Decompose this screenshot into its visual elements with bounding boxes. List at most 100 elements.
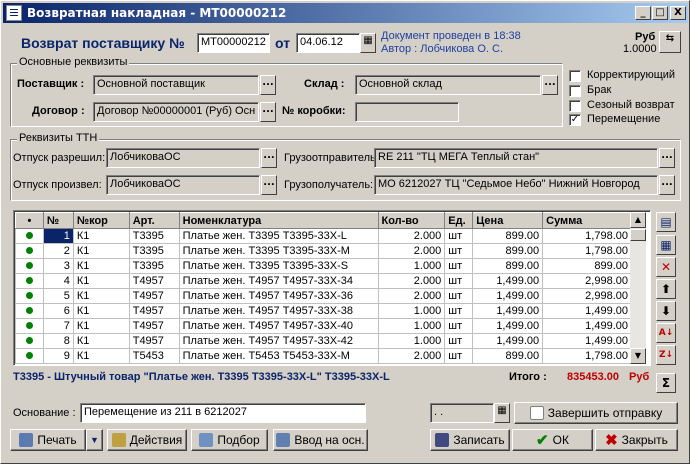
sum-cell[interactable]: 1,499.00 <box>542 303 632 319</box>
nomenclature-cell[interactable]: Платье жен. Т3395 Т3395-33Х-M <box>178 243 379 259</box>
table-row[interactable]: 5 К1 Т4957 Платье жен. Т4957 Т4957-33Х-36 2.… <box>15 288 632 304</box>
price-cell[interactable]: 1,499.00 <box>472 273 544 289</box>
unit-cell[interactable]: шт <box>444 333 474 349</box>
save-button[interactable]: Записать <box>430 429 510 451</box>
row-mark-cell[interactable] <box>15 348 44 364</box>
row-number-cell[interactable]: 8 <box>42 333 74 349</box>
row-mark-cell[interactable] <box>15 333 44 349</box>
col-sum-header[interactable]: Сумма <box>542 212 632 229</box>
release-made-field[interactable]: ЛобчиковаОС <box>106 175 260 195</box>
ship-date-field[interactable]: . . <box>430 403 494 423</box>
article-cell[interactable]: Т4957 <box>128 318 180 334</box>
col-box-header[interactable]: №кор <box>72 212 130 229</box>
supplier-field[interactable]: Основной поставщик <box>93 75 259 95</box>
finish-shipment-button[interactable]: Завершить отправку <box>514 402 678 424</box>
col-quantity-header[interactable]: Кол-во <box>377 212 446 229</box>
print-dropdown-button[interactable]: ▼ <box>86 429 103 451</box>
select-button[interactable]: Подбор <box>191 429 268 451</box>
row-number-cell[interactable]: 7 <box>42 318 74 334</box>
article-cell[interactable]: Т3395 <box>128 243 180 259</box>
col-nomenclature-header[interactable]: Номенклатура <box>178 212 379 229</box>
price-cell[interactable]: 1,499.00 <box>472 333 544 349</box>
document-number-field[interactable]: МТ00000212 <box>197 33 270 53</box>
col-number-header[interactable]: № <box>42 212 74 229</box>
quantity-cell[interactable]: 2.000 <box>377 348 446 364</box>
price-cell[interactable]: 1,499.00 <box>472 318 544 334</box>
article-cell[interactable]: Т4957 <box>128 288 180 304</box>
warehouse-select-button[interactable]: ... <box>542 75 558 95</box>
row-number-cell[interactable]: 5 <box>42 288 74 304</box>
copy-row-button[interactable]: ▦ <box>656 235 676 255</box>
shipper-select-button[interactable]: ... <box>659 148 675 168</box>
box-cell[interactable]: К1 <box>72 333 130 349</box>
close-window-button[interactable]: X <box>670 6 686 20</box>
quantity-cell[interactable]: 1.000 <box>377 258 446 274</box>
move-up-button[interactable]: ⬆ <box>656 279 676 299</box>
col-price-header[interactable]: Цена <box>472 212 544 229</box>
nomenclature-cell[interactable]: Платье жен. Т4957 Т4957-33Х-36 <box>178 288 379 304</box>
sum-cell[interactable]: 2,998.00 <box>542 273 632 289</box>
price-cell[interactable]: 899.00 <box>472 243 544 259</box>
nomenclature-cell[interactable]: Платье жен. Т3395 Т3395-33Х-L <box>178 228 379 244</box>
row-mark-cell[interactable] <box>15 318 44 334</box>
quantity-cell[interactable]: 1.000 <box>377 333 446 349</box>
row-mark-cell[interactable] <box>15 243 44 259</box>
table-row[interactable]: 7 К1 Т4957 Платье жен. Т4957 Т4957-33Х-40 1.… <box>15 318 632 334</box>
calendar-button[interactable]: ▦ <box>360 33 376 53</box>
currency-button[interactable]: ⇆ <box>659 31 681 53</box>
unit-cell[interactable]: шт <box>444 303 474 319</box>
quantity-cell[interactable]: 2.000 <box>377 243 446 259</box>
release-allowed-select-button[interactable]: ... <box>261 148 277 168</box>
nomenclature-cell[interactable]: Платье жен. Т4957 Т4957-33Х-38 <box>178 303 379 319</box>
add-row-button[interactable]: ▤ <box>656 212 676 232</box>
row-number-cell[interactable]: 9 <box>42 348 74 364</box>
release-allowed-field[interactable]: ЛобчиковаОС <box>106 148 260 168</box>
release-made-select-button[interactable]: ... <box>261 175 277 195</box>
scroll-thumb[interactable] <box>630 229 646 241</box>
col-mark-header[interactable]: • <box>15 212 44 229</box>
price-cell[interactable]: 1,499.00 <box>472 288 544 304</box>
row-mark-cell[interactable] <box>15 303 44 319</box>
box-number-field[interactable] <box>355 102 459 122</box>
sum-cell[interactable]: 1,499.00 <box>542 318 632 334</box>
unit-cell[interactable]: шт <box>444 228 474 244</box>
nomenclature-cell[interactable]: Платье жен. Т4957 Т4957-33Х-40 <box>178 318 379 334</box>
maximize-button[interactable]: □ <box>652 6 668 20</box>
sum-button[interactable]: Σ <box>656 373 676 393</box>
nomenclature-cell[interactable]: Платье жен. Т4957 Т4957-33Х-34 <box>178 273 379 289</box>
scroll-down-button[interactable]: ▼ <box>630 348 646 364</box>
article-cell[interactable]: Т5453 <box>128 348 180 364</box>
sum-cell[interactable]: 2,998.00 <box>542 288 632 304</box>
consignee-field[interactable]: МО 6212027 ТЦ "Седьмое Небо" Нижний Новг… <box>374 175 658 195</box>
unit-cell[interactable]: шт <box>444 243 474 259</box>
ok-button[interactable]: ✔ ОК <box>512 429 593 451</box>
close-button[interactable]: ✖ Закрыть <box>595 429 678 451</box>
shipper-field[interactable]: RE 211 "ТЦ МЕГА Теплый стан" <box>374 148 658 168</box>
move-down-button[interactable]: ⬇ <box>656 301 676 321</box>
warehouse-field[interactable]: Основной склад <box>355 75 541 95</box>
sum-cell[interactable]: 1,499.00 <box>542 333 632 349</box>
nomenclature-cell[interactable]: Платье жен. Т4957 Т4957-33Х-42 <box>178 333 379 349</box>
price-cell[interactable]: 899.00 <box>472 348 544 364</box>
sort-desc-button[interactable]: Z↓ <box>656 345 676 365</box>
box-cell[interactable]: К1 <box>72 348 130 364</box>
supplier-select-button[interactable]: ... <box>260 75 276 95</box>
actions-button[interactable]: Действия <box>107 429 187 451</box>
row-mark-cell[interactable] <box>15 273 44 289</box>
box-cell[interactable]: К1 <box>72 273 130 289</box>
ship-date-calendar-button[interactable]: ▦ <box>494 403 510 423</box>
row-number-cell[interactable]: 1 <box>42 228 74 244</box>
row-mark-cell[interactable] <box>15 258 44 274</box>
table-row[interactable]: 2 К1 Т3395 Платье жен. Т3395 Т3395-33Х-M 2.0… <box>15 243 632 259</box>
col-article-header[interactable]: Арт. <box>128 212 180 229</box>
sort-asc-button[interactable]: A↓ <box>656 323 676 343</box>
minimize-button[interactable]: _ <box>635 6 651 20</box>
sum-cell[interactable]: 1,798.00 <box>542 243 632 259</box>
quantity-cell[interactable]: 1.000 <box>377 303 446 319</box>
nomenclature-cell[interactable]: Платье жен. Т5453 Т5453-33Х-M <box>178 348 379 364</box>
corrective-checkbox[interactable] <box>569 70 581 82</box>
transfer-checkbox[interactable]: ✓ <box>569 114 581 126</box>
contract-select-button[interactable]: ... <box>260 102 276 122</box>
seasonal-return-checkbox[interactable] <box>569 100 581 112</box>
consignee-select-button[interactable]: ... <box>659 175 675 195</box>
